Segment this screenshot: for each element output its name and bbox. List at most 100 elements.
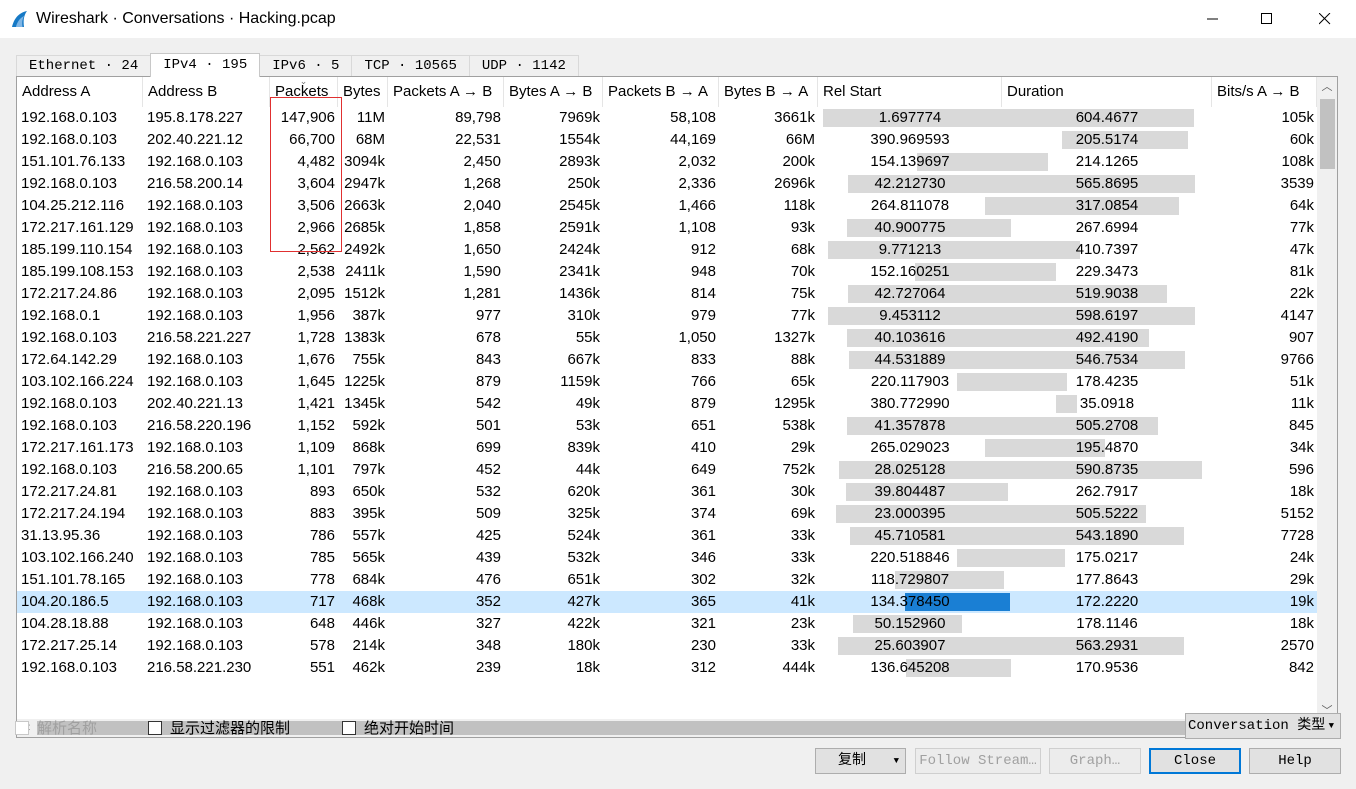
cell-bytes: 755k — [352, 351, 385, 368]
column-header-bytes-a-b[interactable]: Bytes A → B — [504, 77, 603, 107]
cell-bytes: 1512k — [344, 285, 385, 302]
column-header-packets-b-a[interactable]: Packets B → A — [603, 77, 719, 107]
maximize-button[interactable] — [1240, 0, 1294, 38]
cell-bytes: 387k — [352, 307, 385, 324]
cell-bytes-a-b: 2893k — [559, 153, 600, 170]
cell-bits-s-a-b: 19k — [1289, 593, 1314, 610]
cell-bytes: 395k — [352, 505, 385, 522]
conversations-table: Address A Address B Packets ⌄ Bytes Packets A… — [16, 76, 1338, 738]
cell-address-a: 172.217.161.129 — [21, 219, 134, 236]
cell-bytes-a-b: 55k — [575, 329, 600, 346]
maximize-icon — [1261, 13, 1272, 24]
column-header-address-a[interactable]: Address A — [17, 77, 143, 107]
limit-to-filter-checkbox[interactable]: 显示过滤器的限制 — [148, 717, 290, 738]
table-row[interactable]: 172.64.142.29 192.168.0.103 1,676 755k 843 66… — [17, 349, 1317, 371]
cell-packets: 3,604 — [297, 175, 335, 192]
column-header-duration[interactable]: Duration — [1002, 77, 1212, 107]
table-row[interactable]: 104.20.186.5 192.168.0.103 717 468k 352 427k 3… — [17, 591, 1317, 613]
cell-bits-s-a-b: 4147 — [1280, 307, 1314, 324]
resolve-names-checkbox[interactable]: 解析名称 — [15, 717, 97, 738]
table-row[interactable]: 103.102.166.224 192.168.0.103 1,645 1225k 87… — [17, 371, 1317, 393]
table-row[interactable]: 172.217.25.14 192.168.0.103 578 214k 348 180k… — [17, 635, 1317, 657]
cell-bytes: 2947k — [344, 175, 385, 192]
table-row[interactable]: 151.101.76.133 192.168.0.103 4,482 3094k 2,4… — [17, 151, 1317, 173]
close-button[interactable]: Close — [1149, 748, 1241, 774]
graph-button[interactable]: Graph… — [1049, 748, 1141, 774]
table-row[interactable]: 151.101.78.165 192.168.0.103 778 684k 476 651… — [17, 569, 1317, 591]
copy-button[interactable]: 复制 ▼ — [815, 748, 906, 774]
table-row[interactable]: 192.168.0.103 216.58.220.196 1,152 592k 501 5… — [17, 415, 1317, 437]
column-header-address-b[interactable]: Address B — [143, 77, 270, 107]
column-header-rel-start[interactable]: Rel Start — [818, 77, 1002, 107]
cell-packets: 2,538 — [297, 263, 335, 280]
cell-bytes-a-b: 250k — [567, 175, 600, 192]
vertical-scrollbar[interactable]: ︿ ﹀ — [1317, 77, 1337, 721]
cell-duration: 170.9536 — [1075, 659, 1139, 676]
table-row[interactable]: 172.217.161.173 192.168.0.103 1,109 868k 699… — [17, 437, 1317, 459]
table-row[interactable]: 192.168.0.103 216.58.221.230 551 462k 239 18k… — [17, 657, 1317, 679]
table-row[interactable]: 185.199.110.154 192.168.0.103 2,562 2492k 1,… — [17, 239, 1317, 261]
cell-bytes: 1383k — [344, 329, 385, 346]
cell-bytes: 797k — [352, 461, 385, 478]
table-row[interactable]: 192.168.0.103 216.58.200.14 3,604 2947k 1,26… — [17, 173, 1317, 195]
help-button[interactable]: Help — [1249, 748, 1341, 774]
column-header-bits-s-a-b[interactable]: Bits/s A → B — [1212, 77, 1317, 107]
vertical-scroll-thumb[interactable] — [1320, 99, 1335, 169]
cell-address-b: 202.40.221.12 — [147, 131, 243, 148]
cell-rel-start: 152.160251 — [870, 263, 950, 280]
minimize-icon — [1207, 18, 1218, 20]
conversation-type-dropdown[interactable]: Conversation 类型 ▼ — [1185, 713, 1341, 739]
table-row[interactable]: 192.168.0.103 202.40.221.13 1,421 1345k 542 4… — [17, 393, 1317, 415]
checkbox-box — [342, 720, 356, 735]
cell-packets-a-b: 977 — [475, 307, 501, 324]
follow-stream-button[interactable]: Follow Stream… — [915, 748, 1041, 774]
table-row[interactable]: 172.217.24.86 192.168.0.103 2,095 1512k 1,28… — [17, 283, 1317, 305]
cell-bits-s-a-b: 3539 — [1280, 175, 1314, 192]
tab-udp[interactable]: UDP · 1142 — [468, 55, 579, 76]
table-row[interactable]: 185.199.108.153 192.168.0.103 2,538 2411k 1,… — [17, 261, 1317, 283]
table-row[interactable]: 31.13.95.36 192.168.0.103 786 557k 425 524k 36… — [17, 525, 1317, 547]
cell-address-b: 195.8.178.227 — [147, 109, 243, 126]
cell-packets: 2,095 — [297, 285, 335, 302]
column-header-bytes[interactable]: Bytes — [338, 77, 388, 107]
table-row[interactable]: 172.217.24.81 192.168.0.103 893 650k 532 620k… — [17, 481, 1317, 503]
cell-bytes: 557k — [352, 527, 385, 544]
scroll-up-icon[interactable]: ︿ — [1318, 79, 1336, 95]
table-row[interactable]: 104.25.212.116 192.168.0.103 3,506 2663k 2,0… — [17, 195, 1317, 217]
tab-tcp[interactable]: TCP · 10565 — [351, 55, 470, 76]
table-row[interactable]: 192.168.0.1 192.168.0.103 1,956 387k 977 310k… — [17, 305, 1317, 327]
cell-packets-b-a: 879 — [690, 395, 716, 412]
table-row[interactable]: 192.168.0.103 216.58.221.227 1,728 1383k 678… — [17, 327, 1317, 349]
cell-duration: 172.2220 — [1075, 593, 1139, 610]
table-row[interactable]: 172.217.161.129 192.168.0.103 2,966 2685k 1,… — [17, 217, 1317, 239]
cell-bits-s-a-b: 34k — [1289, 439, 1314, 456]
column-header-bytes-b-a[interactable]: Bytes B → A — [719, 77, 818, 107]
column-header-packets-a-b[interactable]: Packets A → B — [388, 77, 504, 107]
cell-bytes-a-b: 44k — [575, 461, 600, 478]
minimize-button[interactable] — [1186, 0, 1240, 38]
table-row[interactable]: 192.168.0.103 195.8.178.227 147,906 11M 89,7… — [17, 107, 1317, 129]
close-window-button[interactable] — [1298, 0, 1352, 38]
absolute-start-checkbox[interactable]: 绝对开始时间 — [342, 717, 454, 738]
cell-bits-s-a-b: 24k — [1289, 549, 1314, 566]
cell-duration: 563.2931 — [1075, 637, 1139, 654]
cell-rel-start: 136.645208 — [870, 659, 950, 676]
table-row[interactable]: 172.217.24.194 192.168.0.103 883 395k 509 325… — [17, 503, 1317, 525]
cell-rel-start: 9.771213 — [878, 241, 942, 258]
tab-ipv6[interactable]: IPv6 · 5 — [259, 55, 353, 76]
tab-ethernet[interactable]: Ethernet · 24 — [16, 55, 152, 76]
table-row[interactable]: 192.168.0.103 202.40.221.12 66,700 68M 22,53… — [17, 129, 1317, 151]
cell-bytes: 1345k — [344, 395, 385, 412]
column-header-packets[interactable]: Packets ⌄ — [270, 77, 338, 107]
tab-ipv4[interactable]: IPv4 · 195 — [150, 53, 261, 77]
cell-bytes-b-a: 75k — [790, 285, 815, 302]
cell-bits-s-a-b: 9766 — [1280, 351, 1314, 368]
cell-duration: 505.5222 — [1075, 505, 1139, 522]
table-row[interactable]: 103.102.166.240 192.168.0.103 785 565k 439 53… — [17, 547, 1317, 569]
cell-packets: 551 — [309, 659, 335, 676]
cell-packets-b-a: 833 — [690, 351, 716, 368]
cell-address-a: 104.25.212.116 — [21, 197, 125, 214]
table-row[interactable]: 192.168.0.103 216.58.200.65 1,101 797k 452 44… — [17, 459, 1317, 481]
table-row[interactable]: 104.28.18.88 192.168.0.103 648 446k 327 422k 3… — [17, 613, 1317, 635]
cell-packets-b-a: 230 — [690, 637, 716, 654]
